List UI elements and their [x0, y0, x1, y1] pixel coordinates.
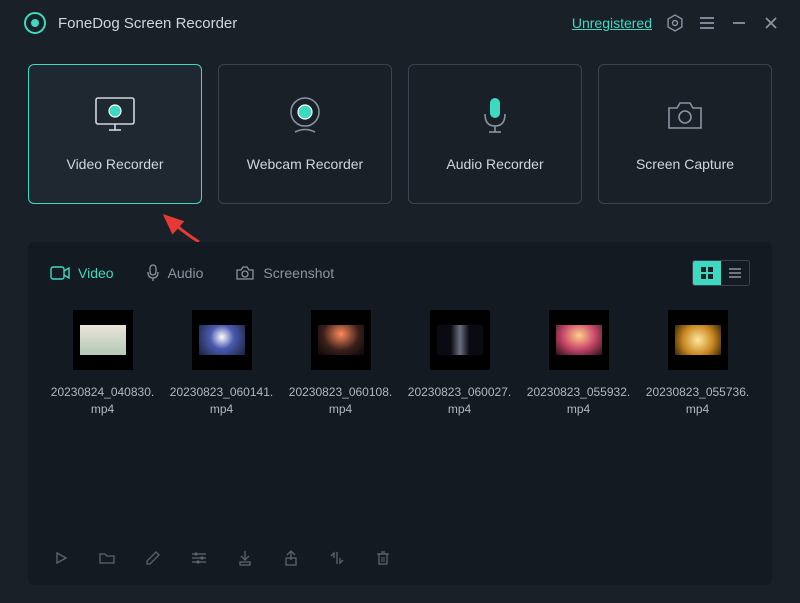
- list-item[interactable]: 20230823_055736.mp4: [645, 310, 750, 418]
- list-item[interactable]: 20230823_055932.mp4: [526, 310, 631, 418]
- minimize-icon[interactable]: [730, 14, 748, 32]
- thumbnail[interactable]: [192, 310, 252, 370]
- file-name: 20230823_055932.mp4: [526, 384, 631, 418]
- mode-cards: Video Recorder Webcam Recorder Audio Rec…: [0, 46, 800, 212]
- app-logo: [24, 12, 46, 34]
- thumbnail[interactable]: [668, 310, 728, 370]
- card-label: Screen Capture: [636, 156, 734, 172]
- trash-icon[interactable]: [374, 549, 392, 567]
- list-item[interactable]: 20230823_060027.mp4: [407, 310, 512, 418]
- tab-audio[interactable]: Audio: [146, 264, 204, 282]
- card-video-recorder[interactable]: Video Recorder: [28, 64, 202, 204]
- thumbnail[interactable]: [311, 310, 371, 370]
- close-icon[interactable]: [762, 14, 780, 32]
- tab-label: Video: [78, 265, 114, 281]
- header: FoneDog Screen Recorder Unregistered: [0, 0, 800, 46]
- tab-label: Audio: [168, 265, 204, 281]
- folder-icon[interactable]: [98, 549, 116, 567]
- sliders-icon[interactable]: [190, 549, 208, 567]
- card-label: Video Recorder: [66, 156, 163, 172]
- edit-icon[interactable]: [144, 549, 162, 567]
- file-name: 20230823_060027.mp4: [407, 384, 512, 418]
- view-toggle: [692, 260, 750, 286]
- thumbnail[interactable]: [549, 310, 609, 370]
- share-icon[interactable]: [282, 549, 300, 567]
- list-item[interactable]: 20230824_040830.mp4: [50, 310, 155, 418]
- menu-icon[interactable]: [698, 14, 716, 32]
- list-item[interactable]: 20230823_060141.mp4: [169, 310, 274, 418]
- tab-screenshot[interactable]: Screenshot: [235, 265, 334, 281]
- camera-icon: [658, 96, 712, 136]
- card-screen-capture[interactable]: Screen Capture: [598, 64, 772, 204]
- tab-label: Screenshot: [263, 265, 334, 281]
- microphone-icon: [468, 96, 522, 136]
- app-title: FoneDog Screen Recorder: [58, 15, 237, 32]
- card-audio-recorder[interactable]: Audio Recorder: [408, 64, 582, 204]
- tab-video[interactable]: Video: [50, 265, 114, 281]
- history-panel: Video Audio Screenshot 2: [28, 242, 772, 585]
- file-name: 20230823_060141.mp4: [169, 384, 274, 418]
- monitor-icon: [88, 96, 142, 136]
- card-label: Webcam Recorder: [247, 156, 363, 172]
- webcam-icon: [278, 96, 332, 136]
- file-name: 20230824_040830.mp4: [50, 384, 155, 418]
- settings-icon[interactable]: [666, 14, 684, 32]
- convert-icon[interactable]: [328, 549, 346, 567]
- unregistered-link[interactable]: Unregistered: [572, 15, 652, 31]
- grid-view-icon[interactable]: [693, 261, 721, 285]
- card-webcam-recorder[interactable]: Webcam Recorder: [218, 64, 392, 204]
- list-item[interactable]: 20230823_060108.mp4: [288, 310, 393, 418]
- play-icon[interactable]: [52, 549, 70, 567]
- download-icon[interactable]: [236, 549, 254, 567]
- action-bar: [28, 533, 772, 585]
- thumbnail[interactable]: [73, 310, 133, 370]
- thumbnail[interactable]: [430, 310, 490, 370]
- card-label: Audio Recorder: [446, 156, 543, 172]
- file-name: 20230823_055736.mp4: [645, 384, 750, 418]
- list-view-icon[interactable]: [721, 261, 749, 285]
- file-grid: 20230824_040830.mp4 20230823_060141.mp4 …: [28, 300, 772, 428]
- history-tabs: Video Audio Screenshot: [28, 242, 772, 300]
- file-name: 20230823_060108.mp4: [288, 384, 393, 418]
